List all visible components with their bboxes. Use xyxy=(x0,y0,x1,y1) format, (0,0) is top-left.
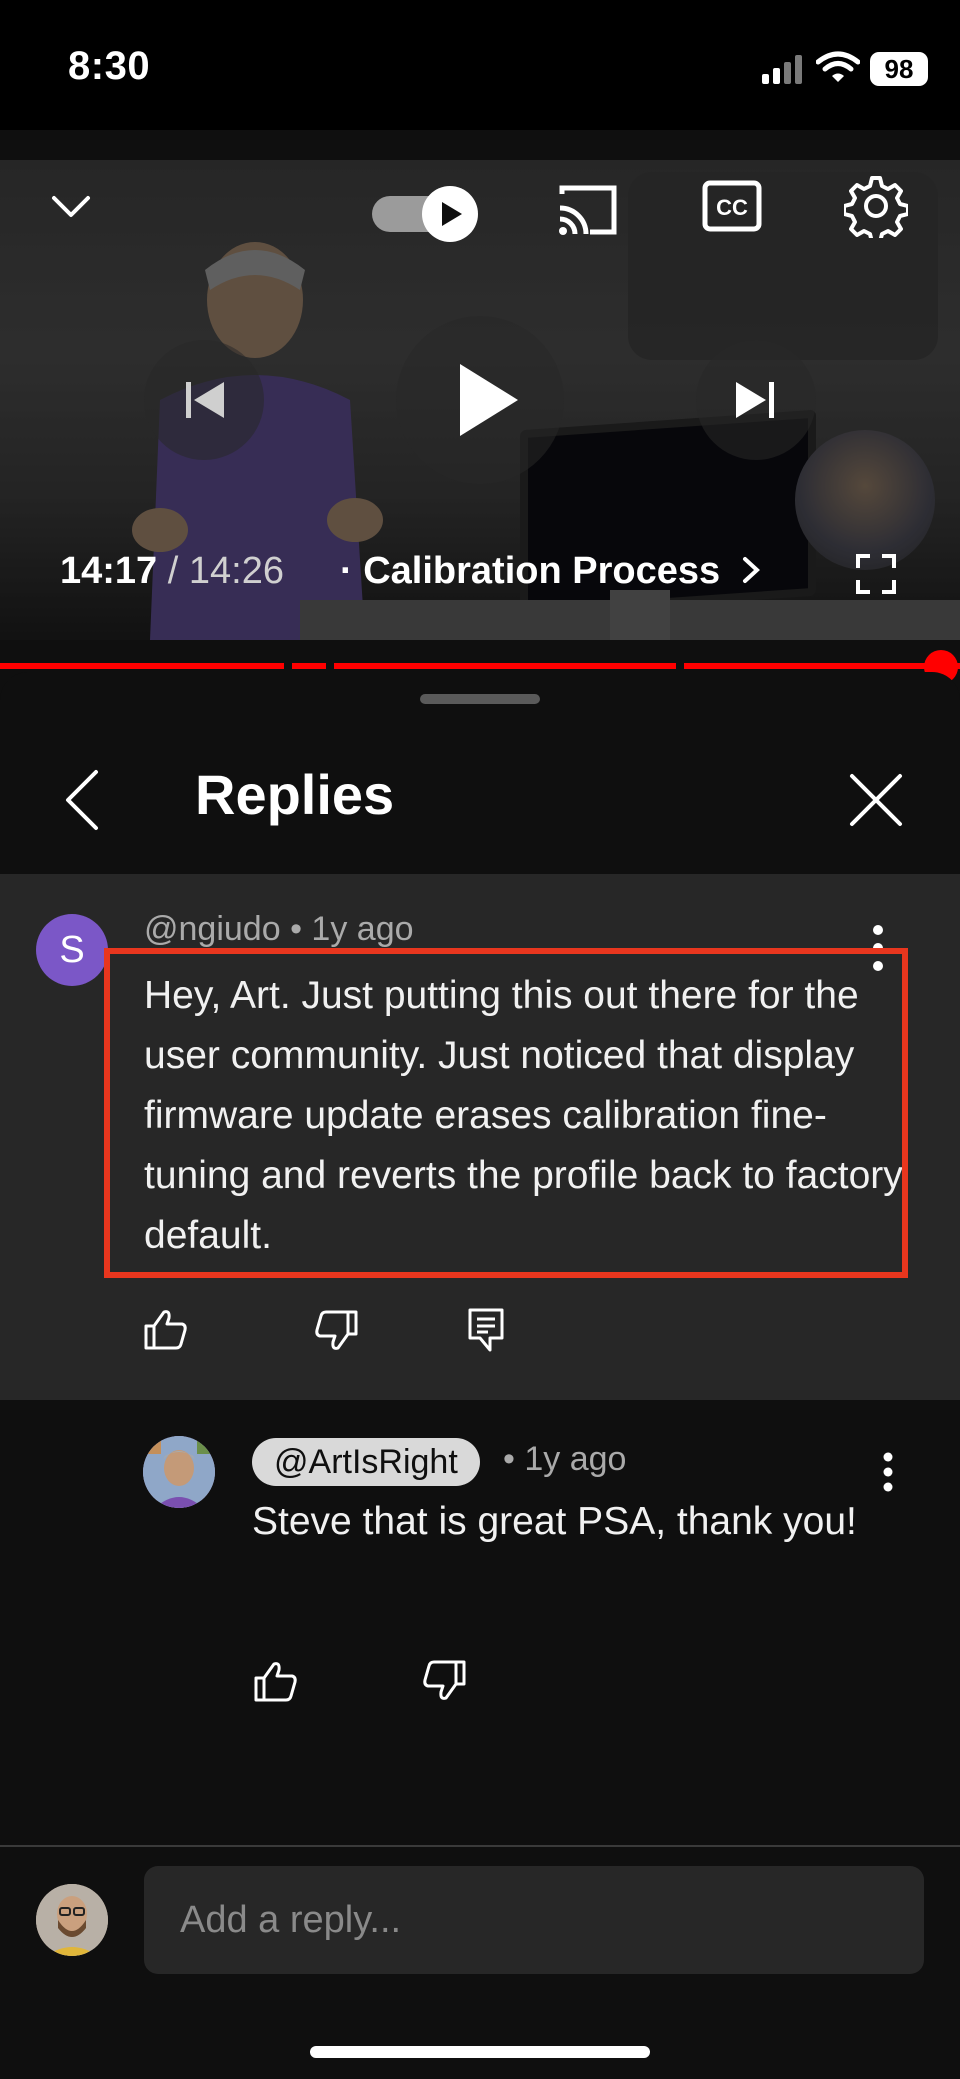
cc-icon[interactable]: CC xyxy=(702,180,762,232)
highlight-box xyxy=(104,948,908,1278)
comment-meta: @ngiudo • 1y ago xyxy=(144,910,414,949)
cast-icon[interactable] xyxy=(556,182,620,238)
chapter-marker xyxy=(326,660,334,672)
signal-icon xyxy=(760,54,804,89)
chapter-marker xyxy=(676,660,684,672)
next-icon[interactable] xyxy=(696,340,816,460)
reply-icon[interactable] xyxy=(468,1308,504,1357)
avatar[interactable]: S xyxy=(36,914,108,986)
chapter-marker xyxy=(284,660,292,672)
like-icon[interactable] xyxy=(254,1660,298,1707)
chapter-chevron-icon xyxy=(742,557,760,583)
svg-text:CC: CC xyxy=(716,195,748,220)
comment-author[interactable]: @ngiudo xyxy=(144,910,281,948)
progress-bar[interactable] xyxy=(0,663,960,669)
dislike-icon[interactable] xyxy=(314,1310,358,1357)
battery-icon: 98 xyxy=(870,52,928,86)
video-player[interactable]: CC 14:17 / 14:26 · Calibration Process xyxy=(0,160,960,640)
chapter-button[interactable]: · Calibration Process xyxy=(340,550,763,593)
reply-author-badge[interactable]: @ArtIsRight xyxy=(252,1438,480,1486)
comment-time: • 1y ago xyxy=(290,910,414,948)
previous-icon[interactable] xyxy=(144,340,264,460)
autoplay-toggle-icon[interactable] xyxy=(372,186,480,242)
avatar[interactable] xyxy=(143,1436,215,1508)
wifi-icon xyxy=(815,50,861,89)
reply-input[interactable] xyxy=(144,1866,924,1974)
fullscreen-icon[interactable] xyxy=(856,554,896,594)
status-time: 8:30 xyxy=(68,44,151,88)
back-icon[interactable] xyxy=(58,768,106,837)
avatar[interactable] xyxy=(36,1884,108,1956)
chapter-title: · Calibration Process xyxy=(340,550,721,592)
settings-icon[interactable] xyxy=(844,174,908,238)
dislike-icon[interactable] xyxy=(422,1660,466,1707)
play-icon[interactable] xyxy=(396,316,564,484)
video-time: 14:17 / 14:26 xyxy=(60,550,284,593)
reply-text: Steve that is great PSA, thank you! xyxy=(252,1500,857,1543)
divider xyxy=(0,1845,960,1847)
like-icon[interactable] xyxy=(144,1308,188,1355)
replies-title: Replies xyxy=(195,763,395,826)
drag-handle[interactable] xyxy=(420,694,540,704)
more-vert-icon[interactable] xyxy=(882,1452,894,1497)
time-separator: / xyxy=(157,550,189,592)
home-indicator[interactable] xyxy=(310,2046,650,2058)
current-time: 14:17 xyxy=(60,550,158,592)
reply-time: • 1y ago xyxy=(503,1440,627,1478)
close-icon[interactable] xyxy=(846,770,906,835)
chevron-down-icon[interactable] xyxy=(48,184,94,230)
duration: 14:26 xyxy=(188,550,284,592)
